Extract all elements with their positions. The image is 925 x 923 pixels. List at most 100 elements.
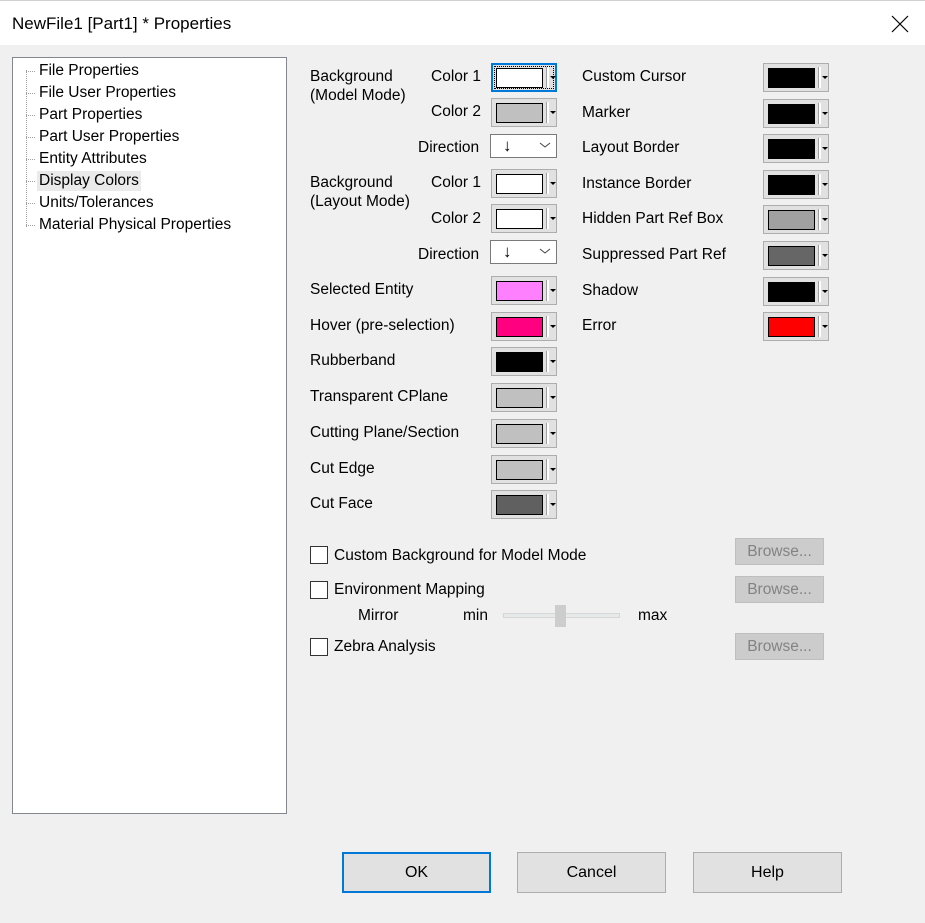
custom-background-label: Custom Background for Model Mode	[334, 547, 587, 564]
bg-layout-color1-picker[interactable]	[491, 169, 557, 198]
color-swatch	[768, 68, 815, 88]
cut-edge-color-picker[interactable]	[491, 454, 557, 484]
mirror-min-label: min	[463, 607, 488, 624]
dropdown-arrow-icon	[550, 360, 556, 364]
zebra-analysis-checkbox[interactable]	[310, 638, 328, 656]
tree-item-display-colors[interactable]: Display Colors	[26, 171, 141, 191]
tree-item-file-properties[interactable]: File Properties	[26, 61, 141, 81]
tree-item-file-user-properties[interactable]: File User Properties	[26, 83, 178, 103]
bg-model-color1-picker[interactable]	[491, 63, 557, 92]
marker-color-picker[interactable]	[763, 98, 829, 128]
chevron-down-icon	[539, 248, 551, 254]
color-swatch	[768, 103, 815, 124]
shadow-color-picker[interactable]	[763, 276, 829, 306]
bg-layout-color2-label: Color 2	[431, 210, 481, 227]
hover-pre-selection-label: Hover (pre-selection)	[310, 316, 455, 334]
color-swatch	[496, 388, 543, 409]
cancel-button[interactable]: Cancel	[517, 852, 666, 893]
color-swatch	[496, 68, 543, 88]
suppressed-part-ref-label: Suppressed Part Ref	[582, 246, 726, 263]
rubberband-label: Rubberband	[310, 352, 396, 370]
dropdown-arrow-icon	[550, 467, 556, 471]
tree-item-part-properties[interactable]: Part Properties	[25, 105, 144, 125]
dropdown-arrow-icon	[822, 289, 828, 293]
suppressed-part-ref-color-picker[interactable]	[763, 241, 829, 270]
title-bar: NewFile1 [Part1] * Properties	[0, 0, 925, 45]
dropdown-arrow-icon	[550, 217, 556, 220]
mirror-slider-thumb[interactable]	[555, 605, 567, 627]
tree-item-units-tolerances[interactable]: Units/Tolerances	[26, 193, 156, 213]
transparent-cplane-color-picker[interactable]	[491, 383, 557, 413]
mirror-label: Mirror	[358, 607, 399, 624]
marker-label: Marker	[582, 103, 631, 121]
environment-mapping-checkbox[interactable]	[310, 581, 328, 599]
dropdown-arrow-icon	[822, 76, 828, 79]
dropdown-arrow-icon	[550, 503, 556, 507]
bg-model-label-line1: Background	[310, 68, 393, 85]
bg-model-color2-picker[interactable]	[491, 98, 557, 127]
hidden-part-ref-box-label: Hidden Part Ref Box	[582, 210, 724, 228]
color-swatch	[496, 423, 543, 444]
cutting-plane-section-color-picker[interactable]	[491, 418, 557, 448]
cut-face-color-picker[interactable]	[491, 490, 557, 520]
error-color-picker[interactable]	[763, 312, 829, 342]
bg-layout-direction-label: Direction	[418, 246, 480, 263]
dropdown-arrow-icon	[822, 182, 828, 186]
cutting-plane-section-label: Cutting Plane/Section	[310, 423, 460, 441]
zebra-analysis-label: Zebra Analysis	[334, 638, 436, 655]
dropdown-arrow-icon	[550, 396, 556, 400]
dropdown-arrow-icon	[822, 147, 828, 151]
ok-button[interactable]: OK	[342, 852, 491, 893]
bg-model-label-line2: (Model Mode)	[310, 87, 406, 104]
bg-layout-label-line1: Background	[310, 174, 393, 191]
bg-layout-direction-select[interactable]: ↓	[490, 240, 557, 264]
dropdown-arrow-icon	[822, 325, 828, 329]
dropdown-arrow-icon	[550, 289, 556, 292]
transparent-cplane-label: Transparent CPlane	[310, 388, 449, 406]
tree-item-part-user-properties[interactable]: Part User Properties	[25, 127, 181, 147]
dropdown-arrow-icon	[550, 111, 556, 114]
hidden-part-ref-box-color-picker[interactable]	[763, 205, 829, 235]
properties-tree[interactable]: File Properties File User Properties Par…	[12, 57, 287, 814]
dropdown-arrow-icon	[550, 431, 556, 435]
instance-border-label: Instance Border	[582, 174, 692, 192]
dropdown-arrow-icon	[550, 182, 556, 185]
bg-model-direction-label: Direction	[418, 139, 480, 156]
color-swatch	[768, 246, 815, 266]
color-swatch	[496, 352, 543, 373]
help-button[interactable]: Help	[693, 852, 842, 893]
dropdown-arrow-icon	[550, 76, 556, 79]
arrow-down-icon: ↓	[503, 242, 512, 261]
bg-layout-color1-label: Color 1	[431, 174, 481, 191]
color-swatch	[496, 495, 543, 516]
window-title: NewFile1 [Part1] * Properties	[12, 14, 232, 33]
bg-model-direction-select[interactable]: ↓	[490, 134, 557, 158]
bg-model-color1-label: Color 1	[431, 68, 481, 85]
zebra-analysis-browse-button[interactable]: Browse...	[735, 633, 824, 660]
chevron-down-icon	[539, 142, 551, 148]
mirror-max-label: max	[638, 607, 668, 624]
tree-item-material-physical-properties[interactable]: Material Physical Properties	[25, 215, 233, 235]
close-button[interactable]	[885, 9, 915, 39]
dropdown-arrow-icon	[822, 111, 828, 115]
tree-item-entity-attributes[interactable]: Entity Attributes	[26, 149, 149, 169]
dropdown-arrow-icon	[550, 324, 556, 328]
selected-entity-label: Selected Entity	[310, 281, 414, 298]
environment-mapping-label: Environment Mapping	[334, 581, 485, 598]
color-swatch	[768, 139, 815, 160]
color-swatch	[768, 174, 815, 195]
instance-border-color-picker[interactable]	[763, 169, 829, 199]
dropdown-arrow-icon	[822, 254, 828, 257]
custom-background-checkbox[interactable]	[310, 546, 328, 564]
layout-border-color-picker[interactable]	[763, 134, 829, 164]
rubberband-color-picker[interactable]	[491, 347, 557, 377]
environment-mapping-browse-button[interactable]: Browse...	[735, 576, 824, 603]
color-swatch	[496, 209, 543, 229]
bg-layout-label-line2: (Layout Mode)	[310, 193, 410, 210]
bg-layout-color2-picker[interactable]	[491, 204, 557, 233]
selected-entity-color-picker[interactable]	[491, 276, 557, 305]
layout-border-label: Layout Border	[582, 139, 680, 157]
hover-pre-selection-color-picker[interactable]	[491, 311, 557, 341]
custom-background-browse-button[interactable]: Browse...	[735, 538, 824, 565]
custom-cursor-color-picker[interactable]	[763, 63, 829, 92]
